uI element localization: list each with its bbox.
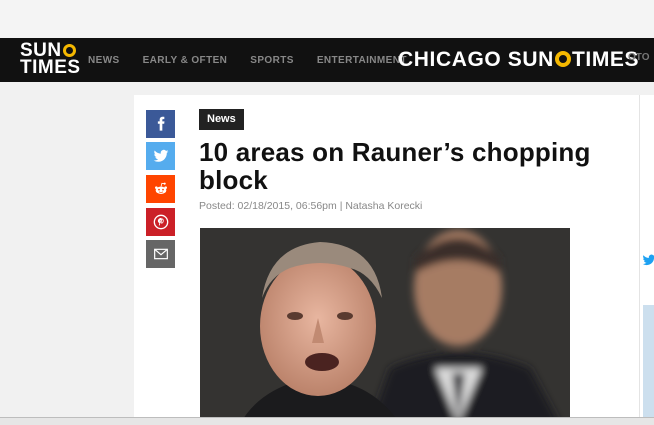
- sidebar-widget: [643, 305, 654, 424]
- nav-link-early-often[interactable]: EARLY & OFTEN: [143, 55, 228, 66]
- nav-link-sports[interactable]: SPORTS: [250, 55, 294, 66]
- pinterest-icon: [153, 214, 168, 230]
- chicago-sun-times-brand[interactable]: CHICAGO SUN TIMES: [398, 48, 639, 72]
- nav-links: NEWS EARLY & OFTEN SPORTS ENTERTAINMENT: [88, 38, 407, 82]
- share-email-button[interactable]: [146, 240, 175, 268]
- article-byline: Posted: 02/18/2015, 06:56pm | Natasha Ko…: [199, 200, 423, 212]
- category-badge[interactable]: News: [199, 109, 244, 130]
- email-icon: [153, 248, 168, 260]
- photo-illustration: [200, 228, 570, 424]
- article-headline: 10 areas on Rauner’s chopping block: [199, 137, 591, 195]
- logo-sun-circle-icon: [62, 44, 76, 57]
- share-pinterest-button[interactable]: [146, 208, 175, 236]
- share-reddit-button[interactable]: [146, 175, 175, 203]
- sun-times-logo[interactable]: SUN TIMES: [20, 41, 90, 78]
- facebook-icon: [157, 116, 164, 131]
- nav-link-news[interactable]: NEWS: [88, 55, 120, 66]
- twitter-bird-icon[interactable]: [642, 253, 654, 272]
- site-navbar: SUN TIMES NEWS EARLY & OFTEN SPORTS ENTE…: [0, 38, 654, 82]
- brand-sun-circle-icon: [554, 51, 571, 67]
- reddit-icon: [154, 182, 167, 194]
- twitter-icon: [153, 149, 168, 162]
- nav-link-partial[interactable]: OTO: [628, 52, 649, 63]
- nav-link-entertainment[interactable]: ENTERTAINMENT: [317, 55, 407, 66]
- window-top-area: [0, 0, 654, 38]
- share-twitter-button[interactable]: [146, 142, 175, 170]
- right-sidebar-edge: [639, 95, 654, 424]
- share-facebook-button[interactable]: [146, 110, 175, 138]
- article-photo: [200, 228, 570, 424]
